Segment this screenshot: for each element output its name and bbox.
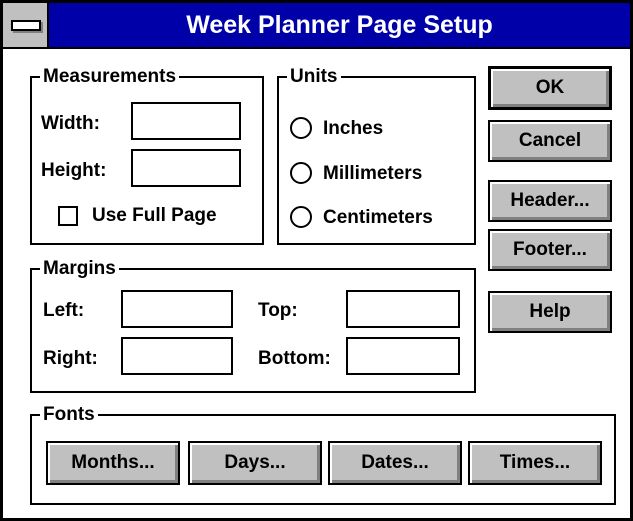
- fonts-legend: Fonts: [43, 404, 95, 425]
- title-bar: Week Planner Page Setup: [3, 3, 630, 49]
- help-button[interactable]: Help: [488, 291, 612, 333]
- dates-button[interactable]: Dates...: [328, 441, 462, 485]
- bottom-margin-label: Bottom:: [258, 348, 331, 369]
- height-label: Height:: [41, 160, 107, 181]
- millimeters-label[interactable]: Millimeters: [323, 162, 422, 186]
- centimeters-label[interactable]: Centimeters: [323, 206, 433, 230]
- right-margin-label: Right:: [43, 348, 98, 369]
- left-margin-label: Left:: [43, 300, 85, 321]
- inches-radio[interactable]: [290, 117, 312, 139]
- measurements-legend: Measurements: [43, 66, 177, 87]
- cancel-button[interactable]: Cancel: [488, 120, 612, 162]
- use-full-page-label[interactable]: Use Full Page: [92, 204, 217, 228]
- dialog-title: Week Planner Page Setup: [186, 11, 493, 39]
- footer-button[interactable]: Footer...: [488, 229, 612, 271]
- centimeters-radio[interactable]: [290, 206, 312, 228]
- days-button[interactable]: Days...: [188, 441, 322, 485]
- times-button[interactable]: Times...: [468, 441, 602, 485]
- use-full-page-checkbox[interactable]: [58, 206, 78, 226]
- bottom-margin-field[interactable]: [346, 337, 460, 375]
- height-field[interactable]: [131, 149, 241, 187]
- width-field[interactable]: [131, 102, 241, 140]
- units-legend: Units: [290, 66, 338, 87]
- millimeters-radio[interactable]: [290, 162, 312, 184]
- width-label: Width:: [41, 113, 100, 134]
- months-button[interactable]: Months...: [46, 441, 180, 485]
- margins-legend: Margins: [43, 258, 116, 279]
- left-margin-field[interactable]: [121, 290, 233, 328]
- top-margin-field[interactable]: [346, 290, 460, 328]
- system-menu-icon[interactable]: [3, 3, 49, 47]
- header-button[interactable]: Header...: [488, 180, 612, 222]
- right-margin-field[interactable]: [121, 337, 233, 375]
- ok-button[interactable]: OK: [488, 66, 612, 110]
- page-setup-dialog: Week Planner Page Setup Measurements Wid…: [0, 0, 633, 521]
- inches-label[interactable]: Inches: [323, 117, 383, 141]
- top-margin-label: Top:: [258, 300, 298, 321]
